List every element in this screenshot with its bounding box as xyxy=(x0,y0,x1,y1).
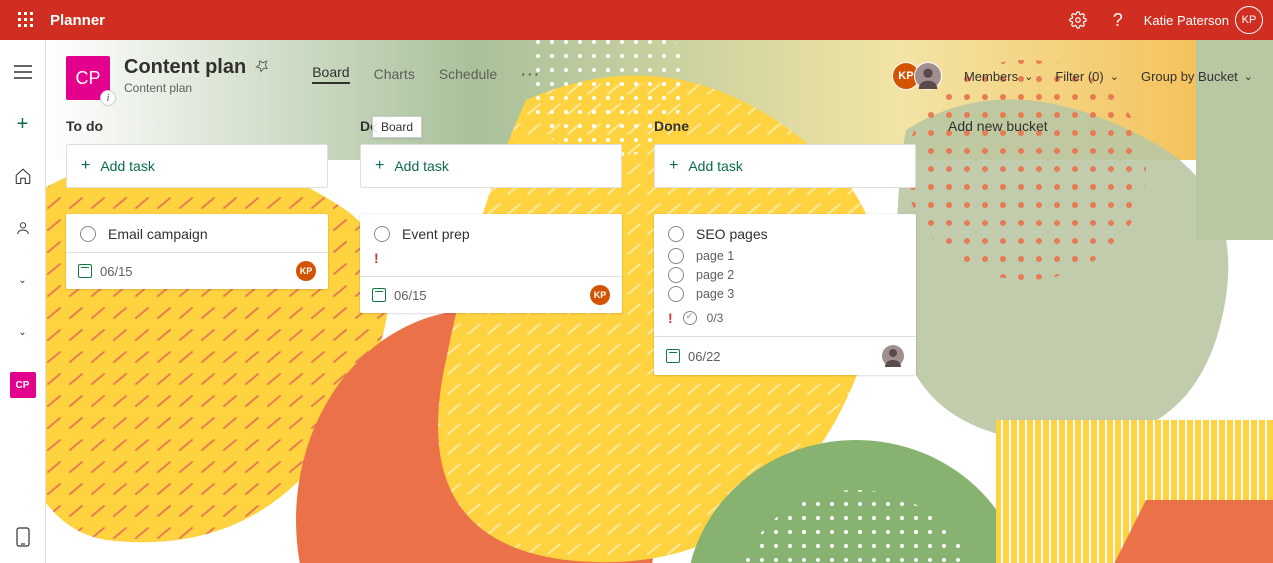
add-task-label: Add task xyxy=(394,158,448,174)
bucket-todo: To do + Add task Email campaign xyxy=(66,116,328,289)
task-card[interactable]: Email campaign 06/15 KP xyxy=(66,214,328,289)
plan-tile: CP i xyxy=(66,56,110,100)
assigned-icon[interactable] xyxy=(7,212,39,244)
complete-circle-icon[interactable] xyxy=(374,226,390,242)
chevron-down-icon: ⌄ xyxy=(1244,70,1253,83)
bucket-title[interactable]: To do xyxy=(66,118,328,134)
settings-icon[interactable] xyxy=(1058,0,1098,40)
chevron-down-icon: ⌄ xyxy=(1110,70,1119,83)
pin-icon[interactable] xyxy=(254,58,270,78)
groupby-dropdown[interactable]: Group by Bucket ⌄ xyxy=(1141,69,1253,84)
plus-icon: + xyxy=(375,157,384,175)
chevron-down-icon: ⌄ xyxy=(1024,70,1033,83)
complete-circle-icon[interactable] xyxy=(80,226,96,242)
task-title: SEO pages xyxy=(696,226,768,242)
add-task-button[interactable]: + Add task xyxy=(654,144,916,188)
calendar-icon xyxy=(666,349,680,363)
subtask-circle-icon[interactable] xyxy=(668,286,684,302)
favorites-chevron-icon[interactable]: ⌄ xyxy=(7,264,39,296)
tabs: Board Charts Schedule ··· xyxy=(312,62,541,86)
subtask-circle-icon[interactable] xyxy=(668,248,684,264)
plus-icon: + xyxy=(669,157,678,175)
bucket-done: Done + Add task SEO pages xyxy=(654,116,916,375)
add-task-label: Add task xyxy=(100,158,154,174)
priority-urgent-icon: ! xyxy=(668,310,673,326)
content-area: CP i Content plan Content plan Board Cha… xyxy=(46,40,1273,563)
task-card[interactable]: Event prep ! 06/15 KP xyxy=(360,214,622,313)
plan-tile-initials: CP xyxy=(75,68,100,89)
tab-board-tooltip: Board xyxy=(372,116,422,138)
groupby-label: Group by Bucket xyxy=(1141,69,1238,84)
subtask-circle-icon[interactable] xyxy=(668,267,684,283)
checklist-icon xyxy=(683,311,697,325)
calendar-icon xyxy=(78,264,92,278)
member-avatars[interactable]: KP xyxy=(892,62,942,90)
user-name[interactable]: Katie Paterson xyxy=(1144,13,1229,28)
app-bar: Planner ? Katie Paterson KP xyxy=(0,0,1273,40)
subtask-label: page 2 xyxy=(696,268,734,282)
priority-urgent-icon: ! xyxy=(374,250,608,266)
side-rail: + ⌄ ⌄ CP xyxy=(0,40,46,563)
assignee-avatar[interactable] xyxy=(882,345,904,367)
tab-schedule[interactable]: Schedule xyxy=(439,64,497,84)
avatar-member xyxy=(914,62,942,90)
plan-subtitle: Content plan xyxy=(124,81,270,95)
home-icon[interactable] xyxy=(7,160,39,192)
add-task-button[interactable]: + Add task xyxy=(360,144,622,188)
help-icon[interactable]: ? xyxy=(1098,0,1138,40)
add-task-button[interactable]: + Add task xyxy=(66,144,328,188)
plan-title: Content plan xyxy=(124,56,246,79)
members-dropdown[interactable]: Members ⌄ xyxy=(964,69,1033,84)
subtask-label: page 3 xyxy=(696,287,734,301)
task-title: Event prep xyxy=(402,226,470,242)
assignee-avatar[interactable]: KP xyxy=(296,261,316,281)
task-title: Email campaign xyxy=(108,226,208,242)
hamburger-icon[interactable] xyxy=(7,56,39,88)
task-date: 06/15 xyxy=(394,288,427,303)
members-label: Members xyxy=(964,69,1018,84)
bucket-new[interactable]: Add new bucket xyxy=(948,116,1210,134)
task-card[interactable]: SEO pages page 1 page 2 xyxy=(654,214,916,375)
plus-icon: + xyxy=(81,157,90,175)
tabs-more-icon[interactable]: ··· xyxy=(521,66,541,82)
add-bucket-label: Add new bucket xyxy=(948,118,1210,134)
app-launcher-icon[interactable] xyxy=(10,4,42,36)
subtask-label: page 1 xyxy=(696,249,734,263)
complete-circle-icon[interactable] xyxy=(668,226,684,242)
recent-chevron-icon[interactable]: ⌄ xyxy=(7,316,39,348)
tab-charts[interactable]: Charts xyxy=(374,64,415,84)
recent-plan-tile[interactable]: CP xyxy=(10,372,36,398)
assignee-avatar[interactable]: KP xyxy=(590,285,610,305)
new-plan-icon[interactable]: + xyxy=(7,108,39,140)
task-date: 06/15 xyxy=(100,264,133,279)
board: To do + Add task Email campaign xyxy=(46,104,1273,387)
user-avatar[interactable]: KP xyxy=(1235,6,1263,34)
tab-board[interactable]: Board xyxy=(312,62,349,86)
task-date: 06/22 xyxy=(688,349,721,364)
bucket-doing: Doing + Add task Event prep ! xyxy=(360,116,622,313)
mobile-icon[interactable] xyxy=(7,521,39,553)
add-task-label: Add task xyxy=(688,158,742,174)
filter-label: Filter (0) xyxy=(1055,69,1103,84)
calendar-icon xyxy=(372,288,386,302)
app-name[interactable]: Planner xyxy=(50,12,105,29)
bucket-title[interactable]: Done xyxy=(654,118,916,134)
checklist-progress: 0/3 xyxy=(707,311,724,325)
filter-dropdown[interactable]: Filter (0) ⌄ xyxy=(1055,69,1119,84)
